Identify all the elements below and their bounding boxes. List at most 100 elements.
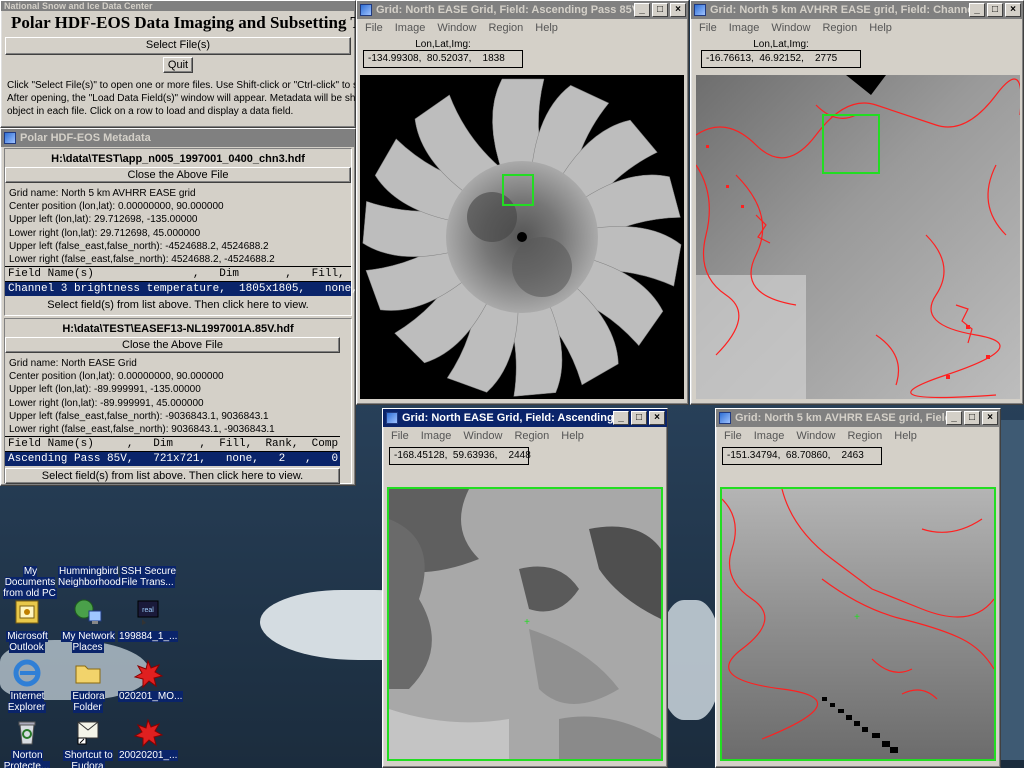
minimize-button[interactable]: _: [634, 3, 650, 17]
desktop-icon-label: Shortcut to Eudora: [58, 750, 118, 768]
desktop-icon-label: 20020201_...: [118, 750, 179, 761]
select-files-button[interactable]: Select File(s): [5, 37, 351, 55]
image-canvas[interactable]: [360, 75, 684, 399]
window-title: Polar HDF-EOS Metadata: [20, 132, 151, 144]
menu-region[interactable]: Region: [488, 22, 523, 37]
field-list-row[interactable]: Channel 3 brightness temperature, 1805x1…: [5, 282, 355, 297]
menu-file[interactable]: File: [699, 22, 717, 37]
image-window-titlebar[interactable]: Grid: North EASE Grid, Field: Ascending …: [383, 409, 667, 427]
menu-image[interactable]: Image: [395, 22, 426, 37]
image-window-titlebar[interactable]: Grid: North 5 km AVHRR EASE grid, Field:…: [716, 409, 1000, 427]
desktop-icon-network-places[interactable]: My Network Places: [58, 597, 118, 653]
coordinate-value: -134.99308, 80.52037, 1838: [363, 50, 523, 68]
menu-help[interactable]: Help: [561, 430, 584, 445]
window-title: Grid: North EASE Grid, Field: Ascending …: [376, 4, 634, 16]
metadata-line: Upper left (lon,lat): -89.999991, -135.0…: [9, 384, 201, 396]
desktop-icon-20020201[interactable]: 20020201_...: [118, 716, 179, 761]
view-field-button[interactable]: Select field(s) from list above. Then cl…: [5, 298, 351, 315]
desktop-icon-ssh[interactable]: SSH Secure File Trans...: [118, 566, 178, 588]
desktop-icon-label: SSH Secure File Trans...: [119, 566, 177, 588]
menu-window[interactable]: Window: [796, 430, 835, 445]
menu-file[interactable]: File: [724, 430, 742, 445]
desktop-icon-my-documents[interactable]: My Documents from old PC: [0, 566, 60, 599]
desktop-icon-eudora-folder[interactable]: Eudora Folder: [58, 657, 118, 713]
desktop-icon-label: Norton Protecte...: [0, 750, 57, 768]
coordinate-readout: Lon,Lat,Img: -134.99308, 80.52037, 1838: [363, 39, 523, 68]
image-window-titlebar[interactable]: Grid: North EASE Grid, Field: Ascending …: [357, 1, 688, 19]
desktop-icon-hummingbird[interactable]: Hummingbird Neighborhood: [58, 566, 122, 588]
field-list-header: Field Name(s) , Dim , Fill, Rank, Comp: [5, 436, 340, 453]
close-file-button[interactable]: Close the Above File: [5, 337, 340, 353]
desktop-icon-label: Internet Explorer: [7, 691, 47, 713]
close-button[interactable]: ×: [670, 3, 686, 17]
close-file-button[interactable]: Close the Above File: [5, 167, 351, 183]
metadata-line: Lower right (lon,lat): 29.712698, 45.000…: [9, 227, 201, 239]
menu-image[interactable]: Image: [754, 430, 785, 445]
file-path: H:\data\TEST\EASEF13-NL1997001A.85V.hdf: [62, 323, 294, 335]
menu-image[interactable]: Image: [421, 430, 452, 445]
image-window-titlebar[interactable]: Grid: North 5 km AVHRR EASE grid, Field:…: [691, 1, 1023, 19]
file-panel-1: H:\data\TEST\app_n005_1997001_0400_chn3.…: [4, 148, 355, 316]
menu-region[interactable]: Region: [847, 430, 882, 445]
app-icon: [386, 412, 398, 424]
image-window-avhrr-chn3: Grid: North 5 km AVHRR EASE grid, Field:…: [690, 0, 1024, 405]
menu-window[interactable]: Window: [437, 22, 476, 37]
desktop-icon-shortcut-eudora[interactable]: Shortcut to Eudora: [58, 716, 118, 768]
menu-window[interactable]: Window: [771, 22, 810, 37]
desktop-icon-outlook[interactable]: Microsoft Outlook: [0, 597, 57, 653]
file-panel-2: H:\data\TEST\EASEF13-NL1997001A.85V.hdf …: [4, 318, 352, 485]
eudora-icon: [72, 716, 104, 748]
metadata-line: Lower right (lon,lat): -89.999991, 45.00…: [9, 397, 204, 409]
desktop-icon-recycle-bin[interactable]: Norton Protecte...: [0, 716, 57, 768]
menu-region[interactable]: Region: [514, 430, 549, 445]
metadata-line: Upper left (false_east,false_north): -90…: [9, 410, 269, 422]
image-canvas[interactable]: +: [720, 487, 996, 761]
desktop-icon-label: Microsoft Outlook: [6, 631, 48, 653]
image-canvas[interactable]: +: [387, 487, 663, 761]
window-title: Grid: North 5 km AVHRR EASE grid, Field:…: [735, 412, 946, 424]
minimize-button[interactable]: _: [946, 411, 962, 425]
close-button[interactable]: ×: [649, 411, 665, 425]
minimize-button[interactable]: _: [969, 3, 985, 17]
menu-help[interactable]: Help: [869, 22, 892, 37]
desktop-icon-label: 199884_1_...: [118, 631, 179, 642]
splat-icon: [132, 716, 164, 748]
metadata-line: Lower right (false_east,false_north): 90…: [9, 424, 275, 436]
metadata-line: Center position (lon,lat): 0.00000000, 9…: [9, 371, 224, 383]
maximize-button[interactable]: □: [652, 3, 668, 17]
menu-bar: File Image Window Region Help: [383, 427, 667, 445]
close-button[interactable]: ×: [982, 411, 998, 425]
field-list-header: Field Name(s) , Dim , Fill,: [5, 266, 351, 283]
menu-image[interactable]: Image: [729, 22, 760, 37]
main-window-titlebar[interactable]: National Snow and Ice Data Center: [1, 1, 355, 11]
menu-region[interactable]: Region: [822, 22, 857, 37]
view-field-button[interactable]: Select field(s) from list above. Then cl…: [5, 468, 340, 485]
metadata-line: Lower right (false_east,false_north): 45…: [9, 254, 275, 266]
desktop-icon-realplayer[interactable]: real 199884_1_...: [118, 597, 179, 642]
coordinate-readout: Lon,Lat,Img: -16.76613, 46.92152, 2775: [701, 39, 861, 68]
zoomed-avhrr-image: +: [722, 489, 994, 759]
quit-button[interactable]: Quit: [163, 57, 193, 73]
window-title: Grid: North 5 km AVHRR EASE grid, Field:…: [710, 4, 969, 16]
metadata-line: Upper left (lon,lat): 29.712698, -135.00…: [9, 214, 198, 226]
menu-file[interactable]: File: [391, 430, 409, 445]
menu-window[interactable]: Window: [463, 430, 502, 445]
image-canvas[interactable]: [695, 75, 1022, 399]
desktop-icon-internet-explorer[interactable]: Internet Explorer: [0, 657, 57, 713]
menu-file[interactable]: File: [365, 22, 383, 37]
folder-icon: [72, 657, 104, 689]
desktop-icon-020201[interactable]: 020201_MO...: [118, 657, 184, 702]
minimize-button[interactable]: _: [613, 411, 629, 425]
menu-help[interactable]: Help: [535, 22, 558, 37]
maximize-button[interactable]: □: [964, 411, 980, 425]
close-button[interactable]: ×: [1005, 3, 1021, 17]
metadata-window-titlebar[interactable]: Polar HDF-EOS Metadata: [1, 129, 355, 147]
metadata-line: Upper left (false_east,false_north): -45…: [9, 240, 269, 252]
menu-help[interactable]: Help: [894, 430, 917, 445]
metadata-line: Center position (lon,lat): 0.00000000, 9…: [9, 201, 224, 213]
desktop-icon-label: Hummingbird Neighborhood: [58, 566, 122, 588]
maximize-button[interactable]: □: [987, 3, 1003, 17]
maximize-button[interactable]: □: [631, 411, 647, 425]
coordinate-readout: -168.45128, 59.63936, 2448: [389, 447, 531, 465]
field-list-row[interactable]: Ascending Pass 85V, 721x721, none, 2 , 0: [5, 452, 340, 467]
